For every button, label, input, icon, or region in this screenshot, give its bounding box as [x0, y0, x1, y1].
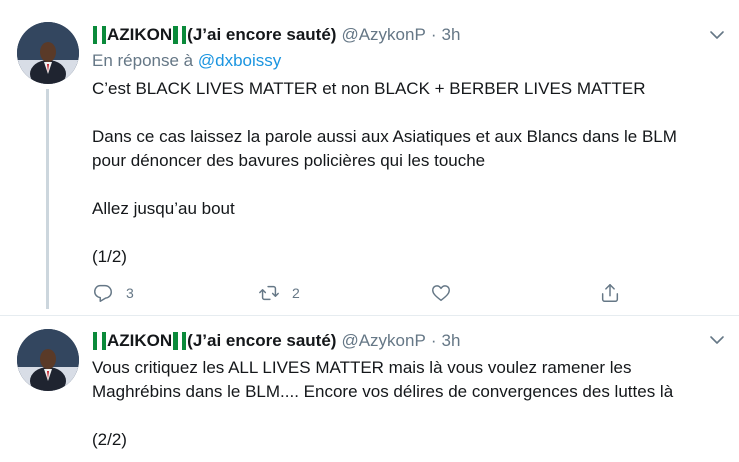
reply-context: En réponse à @dxboissy [92, 51, 281, 71]
tweet-actions: 3 2 [92, 282, 632, 304]
display-name-suffix[interactable]: (J’ai encore sauté) [187, 331, 336, 351]
reply-button[interactable]: 3 [92, 282, 134, 304]
display-name-suffix[interactable]: (J’ai encore sauté) [187, 25, 336, 45]
user-handle[interactable]: @AzykonP [341, 331, 425, 351]
reply-icon [94, 284, 112, 302]
timestamp[interactable]: 3h [441, 331, 460, 351]
retweet-count: 2 [292, 285, 300, 301]
nigeria-flag-icon [93, 26, 106, 44]
tweet-text-line: (1/2) [92, 247, 127, 266]
reply-mention-link[interactable]: @dxboissy [198, 51, 281, 70]
chevron-down-icon[interactable] [709, 27, 725, 43]
tweet-text-line: (2/2) [92, 430, 127, 449]
tweet-1[interactable]: AZIKON (J’ai encore sauté) @AzykonP · 3h… [0, 0, 739, 316]
like-button[interactable] [430, 282, 452, 304]
nigeria-flag-icon [93, 332, 106, 350]
separator-dot: · [430, 25, 437, 44]
user-handle[interactable]: @AzykonP [341, 25, 425, 45]
tweet-header: AZIKON (J’ai encore sauté) @AzykonP · 3h [92, 330, 460, 352]
tweet-text-line: Vous critiquez les ALL LIVES MATTER mais… [92, 358, 632, 377]
reply-count: 3 [126, 285, 134, 301]
thread-line [46, 89, 49, 309]
retweet-button[interactable]: 2 [258, 282, 300, 304]
reply-prefix: En réponse à [92, 51, 194, 70]
display-name[interactable]: AZIKON [107, 331, 172, 351]
tweet-text-line: Maghrébins dans le BLM.... Encore vos dé… [92, 382, 674, 401]
avatar[interactable] [17, 329, 79, 391]
avatar[interactable] [17, 22, 79, 84]
chevron-down-icon[interactable] [709, 332, 725, 348]
timestamp[interactable]: 3h [441, 25, 460, 45]
tweet-2[interactable]: AZIKON (J’ai encore sauté) @AzykonP · 3h… [0, 317, 739, 462]
share-icon [601, 284, 619, 302]
tweet-text-line: Allez jusqu’au bout [92, 199, 235, 218]
share-button[interactable] [599, 282, 621, 304]
separator-dot: · [430, 331, 437, 350]
display-name[interactable]: AZIKON [107, 25, 172, 45]
heart-icon [432, 285, 450, 302]
nigeria-flag-icon [173, 332, 187, 350]
tweet-header: AZIKON (J’ai encore sauté) @AzykonP · 3h [92, 24, 460, 46]
tweet-text-line: C’est BLACK LIVES MATTER et non BLACK + … [92, 79, 646, 98]
nigeria-flag-icon [173, 26, 187, 44]
tweet-text-line: pour dénoncer des bavures policières qui… [92, 151, 486, 170]
avatar-image [17, 329, 79, 391]
tweet-text-line: Dans ce cas laissez la parole aussi aux … [92, 127, 677, 146]
retweet-icon [259, 285, 279, 301]
avatar-image [17, 22, 79, 84]
